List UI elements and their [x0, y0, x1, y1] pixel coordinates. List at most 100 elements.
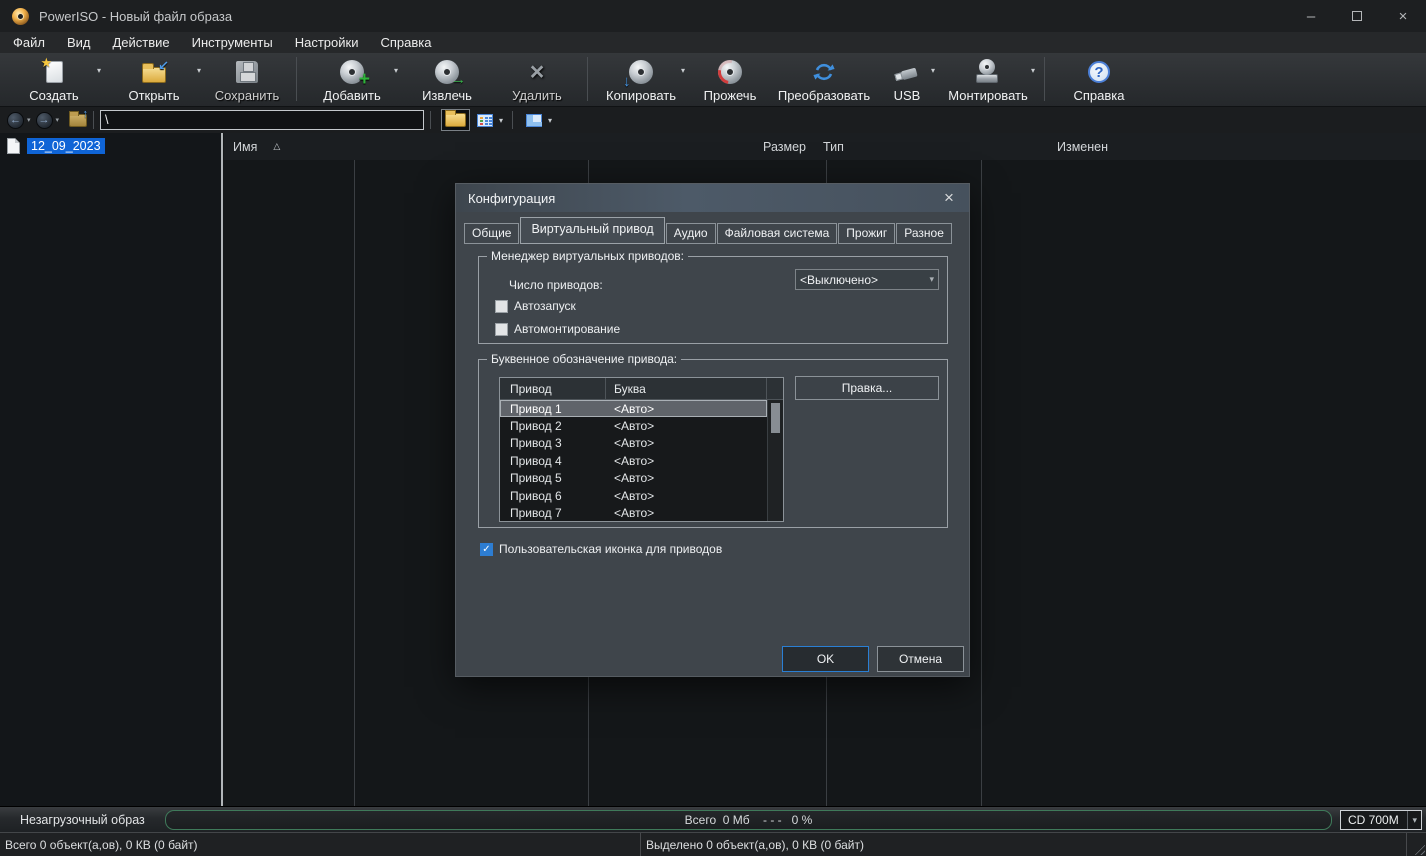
column-header-type[interactable]: Тип — [812, 133, 1050, 160]
custom-icon-label: Пользовательская иконка для приводов — [499, 542, 723, 556]
add-files-button[interactable]: + ▾ Добавить — [303, 53, 401, 106]
media-type-value: CD 700M — [1348, 813, 1399, 827]
table-row[interactable]: Привод 1 <Авто> — [500, 400, 767, 418]
ok-button[interactable]: OK — [782, 646, 869, 672]
drive-count-select[interactable]: <Выключено> ▾ — [795, 269, 939, 290]
save-button[interactable]: Сохранить — [204, 53, 290, 106]
back-history-dropdown[interactable]: ▾ — [27, 116, 31, 124]
dialog-close-button[interactable]: × — [939, 188, 959, 208]
menu-help[interactable]: Справка — [369, 32, 442, 53]
new-image-button[interactable]: ★ ▾ Создать — [4, 53, 104, 106]
disc-copy-icon: ↓ — [623, 60, 653, 89]
layout-dropdown[interactable]: ▾ — [548, 116, 552, 125]
menu-action[interactable]: Действие — [102, 32, 181, 53]
table-row[interactable]: Привод 2 <Авто> — [500, 417, 767, 434]
window-title: PowerISO - Новый файл образа — [39, 8, 233, 24]
tab-file-system[interactable]: Файловая система — [716, 223, 838, 244]
chevron-down-icon[interactable]: ▾ — [681, 66, 685, 75]
dialog-title-bar[interactable]: Конфигурация — [456, 184, 969, 212]
automount-checkbox-row: Автомонтирование — [495, 322, 620, 336]
open-folder-icon: ↙ — [142, 58, 169, 83]
layout-button[interactable] — [523, 109, 545, 131]
table-row[interactable]: Привод 4 <Авто> — [500, 452, 767, 469]
autorun-checkbox[interactable] — [495, 299, 508, 313]
copy-button[interactable]: ↓ ▾ Копировать — [594, 53, 688, 106]
edit-drive-letter-button[interactable]: Правка... — [795, 376, 939, 400]
column-header-drive[interactable]: Привод — [500, 378, 606, 399]
tab-audio[interactable]: Аудио — [665, 223, 716, 244]
table-row[interactable]: Привод 5 <Авто> — [500, 470, 767, 487]
mount-button[interactable]: ▾ Монтировать — [938, 53, 1038, 106]
media-type-select[interactable]: CD 700M ▾ — [1340, 810, 1422, 830]
panel-splitter[interactable] — [221, 133, 223, 806]
table-row[interactable]: Привод 6 <Авто> — [500, 487, 767, 504]
tab-virtual-drive[interactable]: Виртуальный привод — [520, 217, 665, 244]
drive-letter-group: Буквенное обозначение привода: Привод Бу… — [478, 352, 948, 528]
forward-history-dropdown[interactable]: ▾ — [56, 116, 60, 124]
menu-settings[interactable]: Настройки — [284, 32, 370, 53]
table-header: Привод Буква — [500, 378, 783, 400]
menu-view[interactable]: Вид — [56, 32, 102, 53]
address-separator — [430, 111, 432, 129]
convert-button[interactable]: Преобразовать — [772, 53, 876, 106]
chevron-down-icon[interactable]: ▾ — [1031, 66, 1035, 75]
table-rows: Привод 1 <Авто> Привод 2 <Авто> Привод 3… — [500, 400, 767, 521]
menu-tools[interactable]: Инструменты — [181, 32, 284, 53]
tab-misc[interactable]: Разное — [896, 223, 952, 244]
help-question-icon: ? — [1088, 61, 1110, 83]
automount-checkbox[interactable] — [495, 322, 508, 336]
browse-folder-button[interactable] — [441, 109, 471, 131]
convert-arrows-icon — [813, 63, 835, 81]
column-header-letter[interactable]: Буква — [606, 378, 767, 399]
delete-cross-icon: × — [529, 57, 545, 86]
chevron-down-icon[interactable]: ▾ — [394, 66, 398, 75]
group-title: Буквенное обозначение привода: — [487, 352, 682, 366]
menu-bar: Файл Вид Действие Инструменты Настройки … — [0, 32, 1426, 53]
maximize-icon — [1352, 11, 1362, 21]
tab-burn[interactable]: Прожиг — [838, 223, 896, 244]
custom-icon-checkbox-row: ✓ Пользовательская иконка для приводов — [480, 542, 722, 556]
open-button[interactable]: ↙ ▾ Открыть — [104, 53, 204, 106]
tree-item-label: 12_09_2023 — [27, 138, 105, 154]
menu-file[interactable]: Файл — [2, 32, 56, 53]
tree-item-image-root[interactable]: 12_09_2023 — [7, 138, 221, 154]
column-header-modified[interactable]: Изменен — [1050, 133, 1205, 160]
layout-icon — [526, 113, 543, 127]
minimize-button[interactable]: – — [1288, 0, 1334, 32]
tab-general[interactable]: Общие — [464, 223, 520, 244]
forward-button[interactable]: → — [35, 111, 53, 129]
scrollbar-thumb[interactable] — [771, 403, 780, 433]
chevron-down-icon: ▾ — [929, 274, 934, 284]
resize-grip[interactable] — [1412, 842, 1425, 855]
column-header-size[interactable]: Размер — [578, 133, 812, 160]
burn-button[interactable]: Прожечь — [688, 53, 772, 106]
group-title: Менеджер виртуальных приводов: — [487, 249, 688, 263]
column-header-name[interactable]: Имя △ — [224, 133, 578, 160]
table-scrollbar[interactable] — [767, 400, 783, 521]
close-button[interactable]: × — [1380, 0, 1426, 32]
disc-add-icon: + — [340, 60, 370, 89]
help-button[interactable]: ? Справка — [1051, 53, 1147, 106]
view-mode-dropdown[interactable]: ▾ — [499, 116, 503, 125]
chevron-down-icon[interactable]: ▾ — [197, 66, 201, 75]
delete-button[interactable]: × Удалить — [493, 53, 581, 106]
chevron-down-icon[interactable]: ▾ — [931, 66, 935, 75]
table-row[interactable]: Привод 7 <Авто> — [500, 504, 767, 521]
up-folder-button[interactable]: ↑ — [69, 108, 88, 127]
path-input[interactable] — [100, 110, 425, 130]
usb-button[interactable]: ▾ USB — [876, 53, 938, 106]
boot-status-label: Незагрузочный образ — [20, 812, 145, 827]
extract-button[interactable]: → Извлечь — [401, 53, 493, 106]
cancel-button[interactable]: Отмена — [877, 646, 964, 672]
details-view-button[interactable] — [474, 109, 496, 131]
table-row[interactable]: Привод 3 <Авто> — [500, 435, 767, 452]
custom-icon-checkbox[interactable]: ✓ — [480, 542, 493, 556]
image-progress-row: Незагрузочный образ Всего 0 Мб - - - 0 %… — [0, 806, 1426, 832]
maximize-button[interactable] — [1334, 0, 1380, 32]
file-icon — [7, 138, 20, 154]
chevron-down-icon[interactable]: ▾ — [97, 66, 101, 75]
back-button[interactable]: ← — [7, 111, 24, 129]
dialog-title: Конфигурация — [468, 190, 556, 206]
powerISO-window: PowerISO - Новый файл образа – × Файл Ви… — [0, 0, 1426, 856]
toolbar-separator — [296, 57, 297, 101]
